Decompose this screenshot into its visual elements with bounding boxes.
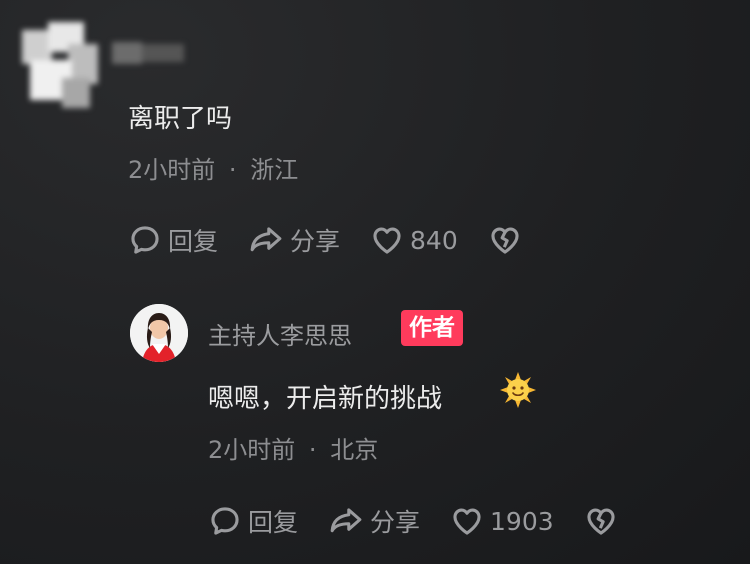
author-badge: 作者	[401, 310, 463, 346]
like-count: 1903	[490, 506, 554, 536]
comment-location: 浙江	[250, 156, 299, 184]
reply-location: 北京	[330, 436, 379, 464]
like-button[interactable]: 840	[370, 223, 458, 257]
reply-button[interactable]: 回复	[128, 222, 218, 258]
share-button[interactable]: 分享	[328, 503, 420, 539]
blurred-avatar[interactable]	[22, 22, 100, 110]
meta-separator: ·	[228, 156, 237, 184]
reply-text: 嗯嗯，开启新的挑战	[208, 384, 443, 414]
like-button[interactable]: 1903	[450, 504, 554, 538]
comment-meta: 2小时前 · 浙江	[128, 150, 298, 185]
sun-emoji-icon	[500, 372, 536, 412]
share-label: 分享	[370, 508, 421, 537]
broken-heart-icon	[587, 508, 615, 535]
blurred-username[interactable]	[112, 42, 184, 64]
like-count: 840	[410, 225, 458, 255]
reply-actions: 回复 分享 1903	[208, 503, 624, 539]
reply-label: 回复	[168, 227, 219, 256]
reply-label: 回复	[248, 508, 299, 537]
reply-meta: 2小时前 · 北京	[208, 430, 378, 465]
comment-actions: 回复 分享 840	[128, 222, 528, 258]
author-avatar[interactable]	[130, 304, 188, 362]
meta-separator: ·	[308, 436, 317, 464]
share-arrow-icon	[250, 227, 282, 252]
heart-icon	[453, 508, 481, 535]
background	[0, 0, 750, 564]
dislike-button[interactable]	[488, 223, 528, 257]
comment-bubble-icon	[131, 226, 159, 254]
reply-time: 2小时前	[208, 436, 296, 464]
comment-time: 2小时前	[128, 156, 216, 184]
heart-icon	[373, 227, 401, 254]
author-name[interactable]: 主持人李思思	[208, 316, 352, 351]
share-arrow-icon	[330, 508, 362, 533]
dislike-button[interactable]	[584, 504, 624, 538]
comment-text: 离职了吗	[128, 104, 233, 134]
broken-heart-icon	[491, 227, 519, 254]
share-button[interactable]: 分享	[248, 222, 340, 258]
author-avatar-image	[130, 304, 188, 362]
comment-bubble-icon	[211, 507, 239, 535]
reply-button[interactable]: 回复	[208, 503, 298, 539]
share-label: 分享	[290, 227, 341, 256]
